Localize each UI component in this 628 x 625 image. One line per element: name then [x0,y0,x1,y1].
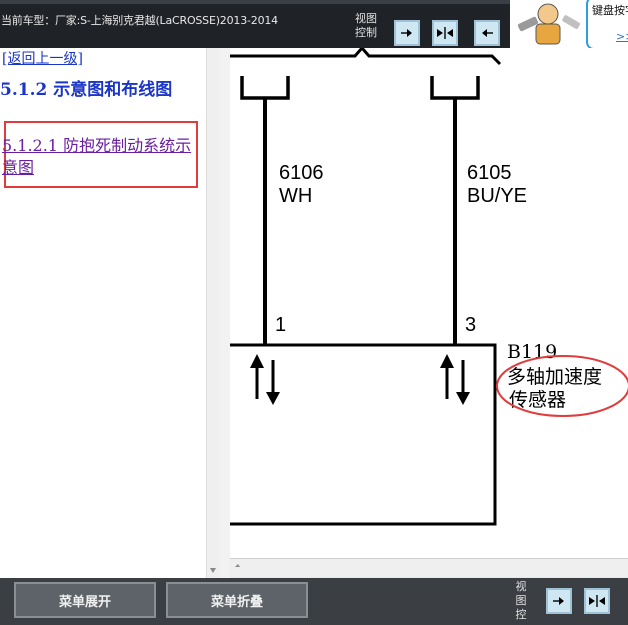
wiring-diagram: 6106 WH 6105 BU/YE 1 3 B119 多轴加速度 传感器 [230,45,628,558]
right-wire-color: BU/YE [467,185,527,207]
help-panel: 键盘按字！ >> [510,0,628,50]
view-fit-button[interactable] [432,20,458,46]
diagram-scrollbar[interactable] [230,558,628,577]
scroll-arrows-icon [210,568,216,573]
arrow-right-icon [401,29,412,37]
component-name-line1: 多轴加速度 [507,366,602,388]
view-control-label: 视图控制 [355,12,377,39]
collapse-menu-button[interactable]: 菜单折叠 [166,582,308,618]
left-pin-number: 1 [275,314,286,336]
arrows-inward-icon [437,27,453,39]
arrow-right-icon [553,597,564,605]
help-more-link[interactable]: >> [616,30,628,43]
back-link[interactable]: [返回上一级] [2,48,83,68]
mascot-icon [517,3,580,45]
expand-menu-button[interactable]: 菜单展开 [14,582,156,618]
right-pin-number: 3 [465,314,476,336]
wiring-diagram-canvas: 6106 WH 6105 BU/YE 1 3 B119 多轴加速度 传感器 [230,45,628,526]
view-left-button[interactable] [474,20,500,46]
bidirectional-arrow-icon [440,354,470,405]
arrow-left-icon [482,29,493,37]
view-right-button[interactable] [394,20,420,46]
bidirectional-arrow-icon [250,354,280,405]
footer-view-control-label: 视图控 [515,580,527,621]
help-bubble: 键盘按字！ >> [586,0,628,50]
bottom-bar: 菜单展开 菜单折叠 视图控 [0,578,628,625]
scroll-left-arrow-icon [235,564,240,567]
vehicle-label: 当前车型：厂家:S-上海别克君越(LaCROSSE)2013-2014 [1,14,278,27]
right-circuit-number: 6105 [467,162,512,184]
footer-view-fit-button[interactable] [584,588,610,614]
footer-view-right-button[interactable] [546,588,572,614]
subsection-link[interactable]: 5.1.2.1 防抱死制动系统示意图 [2,135,202,179]
help-text: 键盘按字！ [592,4,628,17]
left-wire-color: WH [279,185,312,207]
sidebar-scrollbar[interactable] [206,48,221,578]
arrows-inward-icon [589,595,605,607]
left-circuit-number: 6106 [279,162,324,184]
section-title[interactable]: 5.1.2 示意图和布线图 [0,80,200,101]
top-stripe [0,0,510,4]
splitter[interactable] [220,48,230,578]
subsection-highlight: 5.1.2.1 防抱死制动系统示意图 [2,121,198,188]
